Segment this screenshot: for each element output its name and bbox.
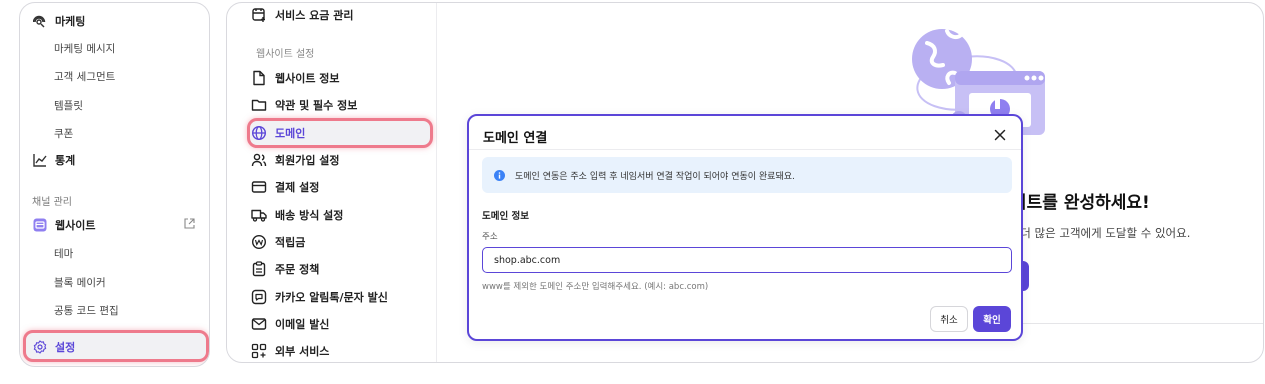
sidebar-item-customer-segment[interactable]: 고객 세그먼트 bbox=[20, 63, 209, 89]
menu-item-label: 카카오 알림톡/문자 발신 bbox=[275, 291, 388, 304]
sidebar-item-theme[interactable]: 테마 bbox=[20, 240, 209, 266]
info-text: 도메인 연동은 주소 입력 후 네임서버 연결 작업이 되어야 연동이 완료돼요… bbox=[515, 171, 795, 182]
address-label: 주소 bbox=[482, 232, 498, 242]
empty-state-heading: 이트를 완성하세요! bbox=[1011, 193, 1150, 213]
chart-line-icon bbox=[33, 153, 47, 167]
menu-item-label: 이메일 발신 bbox=[275, 318, 330, 331]
menu-item-order-policy[interactable]: 주문 정책 bbox=[251, 257, 319, 281]
sidebar-item-label: 고객 세그먼트 bbox=[54, 70, 116, 83]
sidebar-item-label: 쿠폰 bbox=[54, 127, 74, 140]
menu-item-label: 배송 방식 설정 bbox=[275, 209, 344, 222]
external-link-icon[interactable] bbox=[184, 218, 195, 232]
menu-item-label: 서비스 요금 관리 bbox=[275, 9, 354, 22]
sidebar-item-label: 마케팅 메시지 bbox=[54, 42, 116, 55]
sidebar-item-website[interactable]: 웹사이트 bbox=[20, 212, 209, 238]
menu-item-label: 외부 서비스 bbox=[275, 345, 330, 358]
close-icon bbox=[994, 129, 1006, 141]
settings-menu: 서비스 요금 관리 웹사이트 설정 웹사이트 정보 약관 및 필수 정보 도메인 bbox=[227, 3, 437, 362]
sidebar-item-label: 웹사이트 bbox=[55, 219, 96, 232]
dialog-divider bbox=[469, 149, 1021, 150]
menu-item-label: 회원가입 설정 bbox=[275, 154, 340, 167]
cancel-button[interactable]: 취소 bbox=[930, 306, 968, 332]
sidebar-section-channel: 채널 관리 bbox=[32, 197, 72, 208]
sidebar-item-label: 마케팅 bbox=[55, 15, 86, 28]
address-input[interactable] bbox=[482, 247, 1012, 273]
sidebar-item-label: 설정 bbox=[55, 341, 76, 354]
menu-section-website: 웹사이트 설정 bbox=[256, 49, 315, 60]
menu-item-terms[interactable]: 약관 및 필수 정보 bbox=[251, 93, 357, 117]
sidebar-item-common-code[interactable]: 공통 코드 편집 bbox=[20, 297, 209, 323]
sidebar-item-stats[interactable]: 통계 bbox=[20, 147, 209, 173]
storefront-icon bbox=[33, 218, 47, 232]
sidebar-item-label: 통계 bbox=[55, 154, 76, 167]
credit-card-icon bbox=[251, 179, 267, 195]
address-helper-text: www를 제외한 도메인 주소만 입력해주세요. (예시: abc.com) bbox=[482, 282, 709, 292]
sidebar-item-settings[interactable]: 설정 bbox=[20, 334, 209, 360]
sidebar-item-template[interactable]: 템플릿 bbox=[20, 92, 209, 118]
sidebar-item-label: 공통 코드 편집 bbox=[54, 304, 119, 317]
domain-info-heading: 도메인 정보 bbox=[482, 211, 530, 222]
sidebar-item-coupon[interactable]: 쿠폰 bbox=[20, 120, 209, 146]
menu-item-website-info[interactable]: 웹사이트 정보 bbox=[251, 66, 340, 90]
mail-icon bbox=[251, 316, 267, 332]
users-icon bbox=[251, 152, 267, 168]
menu-item-kakao[interactable]: 카카오 알림톡/문자 발신 bbox=[251, 285, 388, 309]
menu-item-signup[interactable]: 회원가입 설정 bbox=[251, 148, 340, 172]
broadcast-icon bbox=[33, 14, 47, 28]
sidebar-item-marketing-message[interactable]: 마케팅 메시지 bbox=[20, 35, 209, 61]
domain-connect-dialog: 도메인 연결 도메인 연동은 주소 입력 후 네임서버 연결 작업이 되어야 연… bbox=[467, 114, 1023, 341]
sidebar-item-block-maker[interactable]: 블록 메이커 bbox=[20, 269, 209, 295]
menu-item-label: 약관 및 필수 정보 bbox=[275, 99, 358, 112]
truck-icon bbox=[251, 207, 267, 223]
apps-grid-icon bbox=[251, 343, 267, 359]
menu-item-email[interactable]: 이메일 발신 bbox=[251, 312, 329, 336]
confirm-button[interactable]: 확인 bbox=[973, 306, 1011, 332]
sidebar-item-label: 템플릿 bbox=[54, 99, 83, 112]
menu-item-label: 주문 정책 bbox=[275, 263, 320, 276]
message-icon bbox=[251, 289, 267, 305]
globe-icon bbox=[251, 125, 267, 141]
gear-icon bbox=[33, 340, 47, 354]
info-banner: 도메인 연동은 주소 입력 후 네임서버 연결 작업이 되어야 연동이 완료돼요… bbox=[482, 157, 1012, 193]
menu-item-shipping[interactable]: 배송 방식 설정 bbox=[251, 203, 343, 227]
left-sidebar: 마케팅 마케팅 메시지 고객 세그먼트 템플릿 쿠폰 통계 채널 관리 웹사이트… bbox=[19, 2, 210, 367]
clipboard-icon bbox=[251, 261, 267, 277]
menu-item-label: 결제 설정 bbox=[275, 181, 320, 194]
file-icon bbox=[251, 70, 267, 86]
menu-item-label: 도메인 bbox=[275, 127, 306, 140]
sidebar-item-marketing[interactable]: 마케팅 bbox=[20, 8, 209, 34]
content-divider bbox=[1001, 323, 1263, 324]
empty-state-subtext: , 더 많은 고객에게 도달할 수 있어요. bbox=[1013, 226, 1191, 240]
menu-item-label: 웹사이트 정보 bbox=[275, 72, 340, 85]
dialog-title: 도메인 연결 bbox=[483, 131, 548, 146]
close-button[interactable] bbox=[991, 126, 1009, 144]
menu-item-points[interactable]: 적립금 bbox=[251, 230, 305, 254]
menu-item-external[interactable]: 외부 서비스 bbox=[251, 339, 330, 362]
sidebar-item-label: 블록 메이커 bbox=[54, 276, 106, 289]
menu-item-payment[interactable]: 결제 설정 bbox=[251, 175, 319, 199]
menu-item-label: 적립금 bbox=[275, 236, 306, 249]
folder-icon bbox=[251, 97, 267, 113]
billing-icon bbox=[251, 7, 267, 23]
menu-item-service-fee[interactable]: 서비스 요금 관리 bbox=[251, 3, 354, 27]
menu-item-domain[interactable]: 도메인 bbox=[251, 121, 305, 145]
sidebar-item-label: 테마 bbox=[54, 247, 74, 260]
won-coin-icon bbox=[251, 234, 267, 250]
info-circle-icon bbox=[494, 169, 505, 181]
